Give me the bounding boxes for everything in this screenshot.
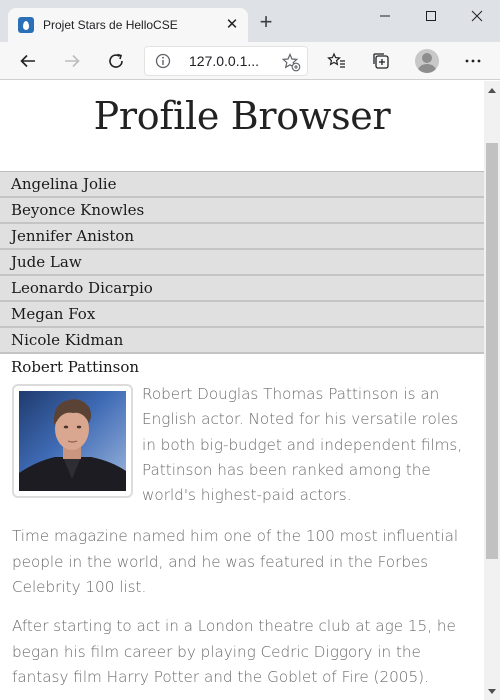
profile-photo [12, 384, 133, 498]
address-bar[interactable]: 127.0.0.1... [144, 46, 308, 76]
forward-arrow-icon[interactable] [58, 47, 86, 75]
profile-avatar-icon[interactable] [415, 49, 439, 73]
tab-title: Projet Stars de HelloCSE [43, 18, 178, 32]
profile-item-beyonce-knowles[interactable]: Beyonce Knowles [0, 198, 484, 224]
vertical-scrollbar[interactable] [484, 81, 500, 700]
collections-icon[interactable] [367, 47, 395, 75]
page-viewport: Profile Browser Angelina Jolie Beyonce K… [0, 81, 500, 700]
profile-item-nicole-kidman[interactable]: Nicole Kidman [0, 328, 484, 354]
browser-tab[interactable]: Projet Stars de HelloCSE ✕ [8, 8, 248, 42]
profile-item-leonardo-dicarpio[interactable]: Leonardo Dicarpio [0, 276, 484, 302]
profile-item-angelina-jolie[interactable]: Angelina Jolie [0, 172, 484, 198]
profile-accordion: Angelina Jolie Beyonce Knowles Jennifer … [0, 171, 484, 690]
minimize-icon[interactable] [362, 0, 408, 32]
favorites-icon[interactable] [323, 47, 351, 75]
site-info-icon[interactable] [155, 53, 171, 69]
profile-item-jude-law[interactable]: Jude Law [0, 250, 484, 276]
scrollbar-thumb[interactable] [486, 143, 498, 559]
scroll-down-arrow-icon[interactable] [484, 683, 500, 700]
tab-close-icon[interactable]: ✕ [224, 17, 240, 33]
maximize-icon[interactable] [408, 0, 454, 32]
page-title: Profile Browser [93, 94, 391, 138]
browser-toolbar: 127.0.0.1... [0, 42, 500, 80]
back-arrow-icon[interactable] [14, 47, 42, 75]
bio-paragraph: After starting to act in a London theatr… [12, 617, 456, 686]
address-url: 127.0.0.1... [189, 53, 260, 69]
profile-item-robert-pattinson[interactable]: Robert Pattinson [0, 354, 484, 378]
page-content: Profile Browser Angelina Jolie Beyonce K… [0, 81, 484, 700]
profile-photo-image [19, 391, 126, 491]
bio-paragraph: Time magazine named him one of the 100 m… [12, 527, 459, 597]
profile-item-jennifer-aniston[interactable]: Jennifer Aniston [0, 224, 484, 250]
profile-item-megan-fox[interactable]: Megan Fox [0, 302, 484, 328]
scroll-up-arrow-icon[interactable] [484, 81, 500, 98]
refresh-icon[interactable] [102, 47, 130, 75]
profile-detail-panel: Robert Douglas Thomas Pattinson is an En… [0, 378, 484, 690]
site-favicon-icon [18, 17, 34, 33]
browser-tab-bar: Projet Stars de HelloCSE ✕ + [0, 0, 500, 42]
more-menu-icon[interactable] [459, 47, 487, 75]
new-tab-button[interactable]: + [256, 11, 276, 33]
window-close-icon[interactable] [454, 0, 500, 32]
add-favorite-icon[interactable] [281, 52, 301, 72]
